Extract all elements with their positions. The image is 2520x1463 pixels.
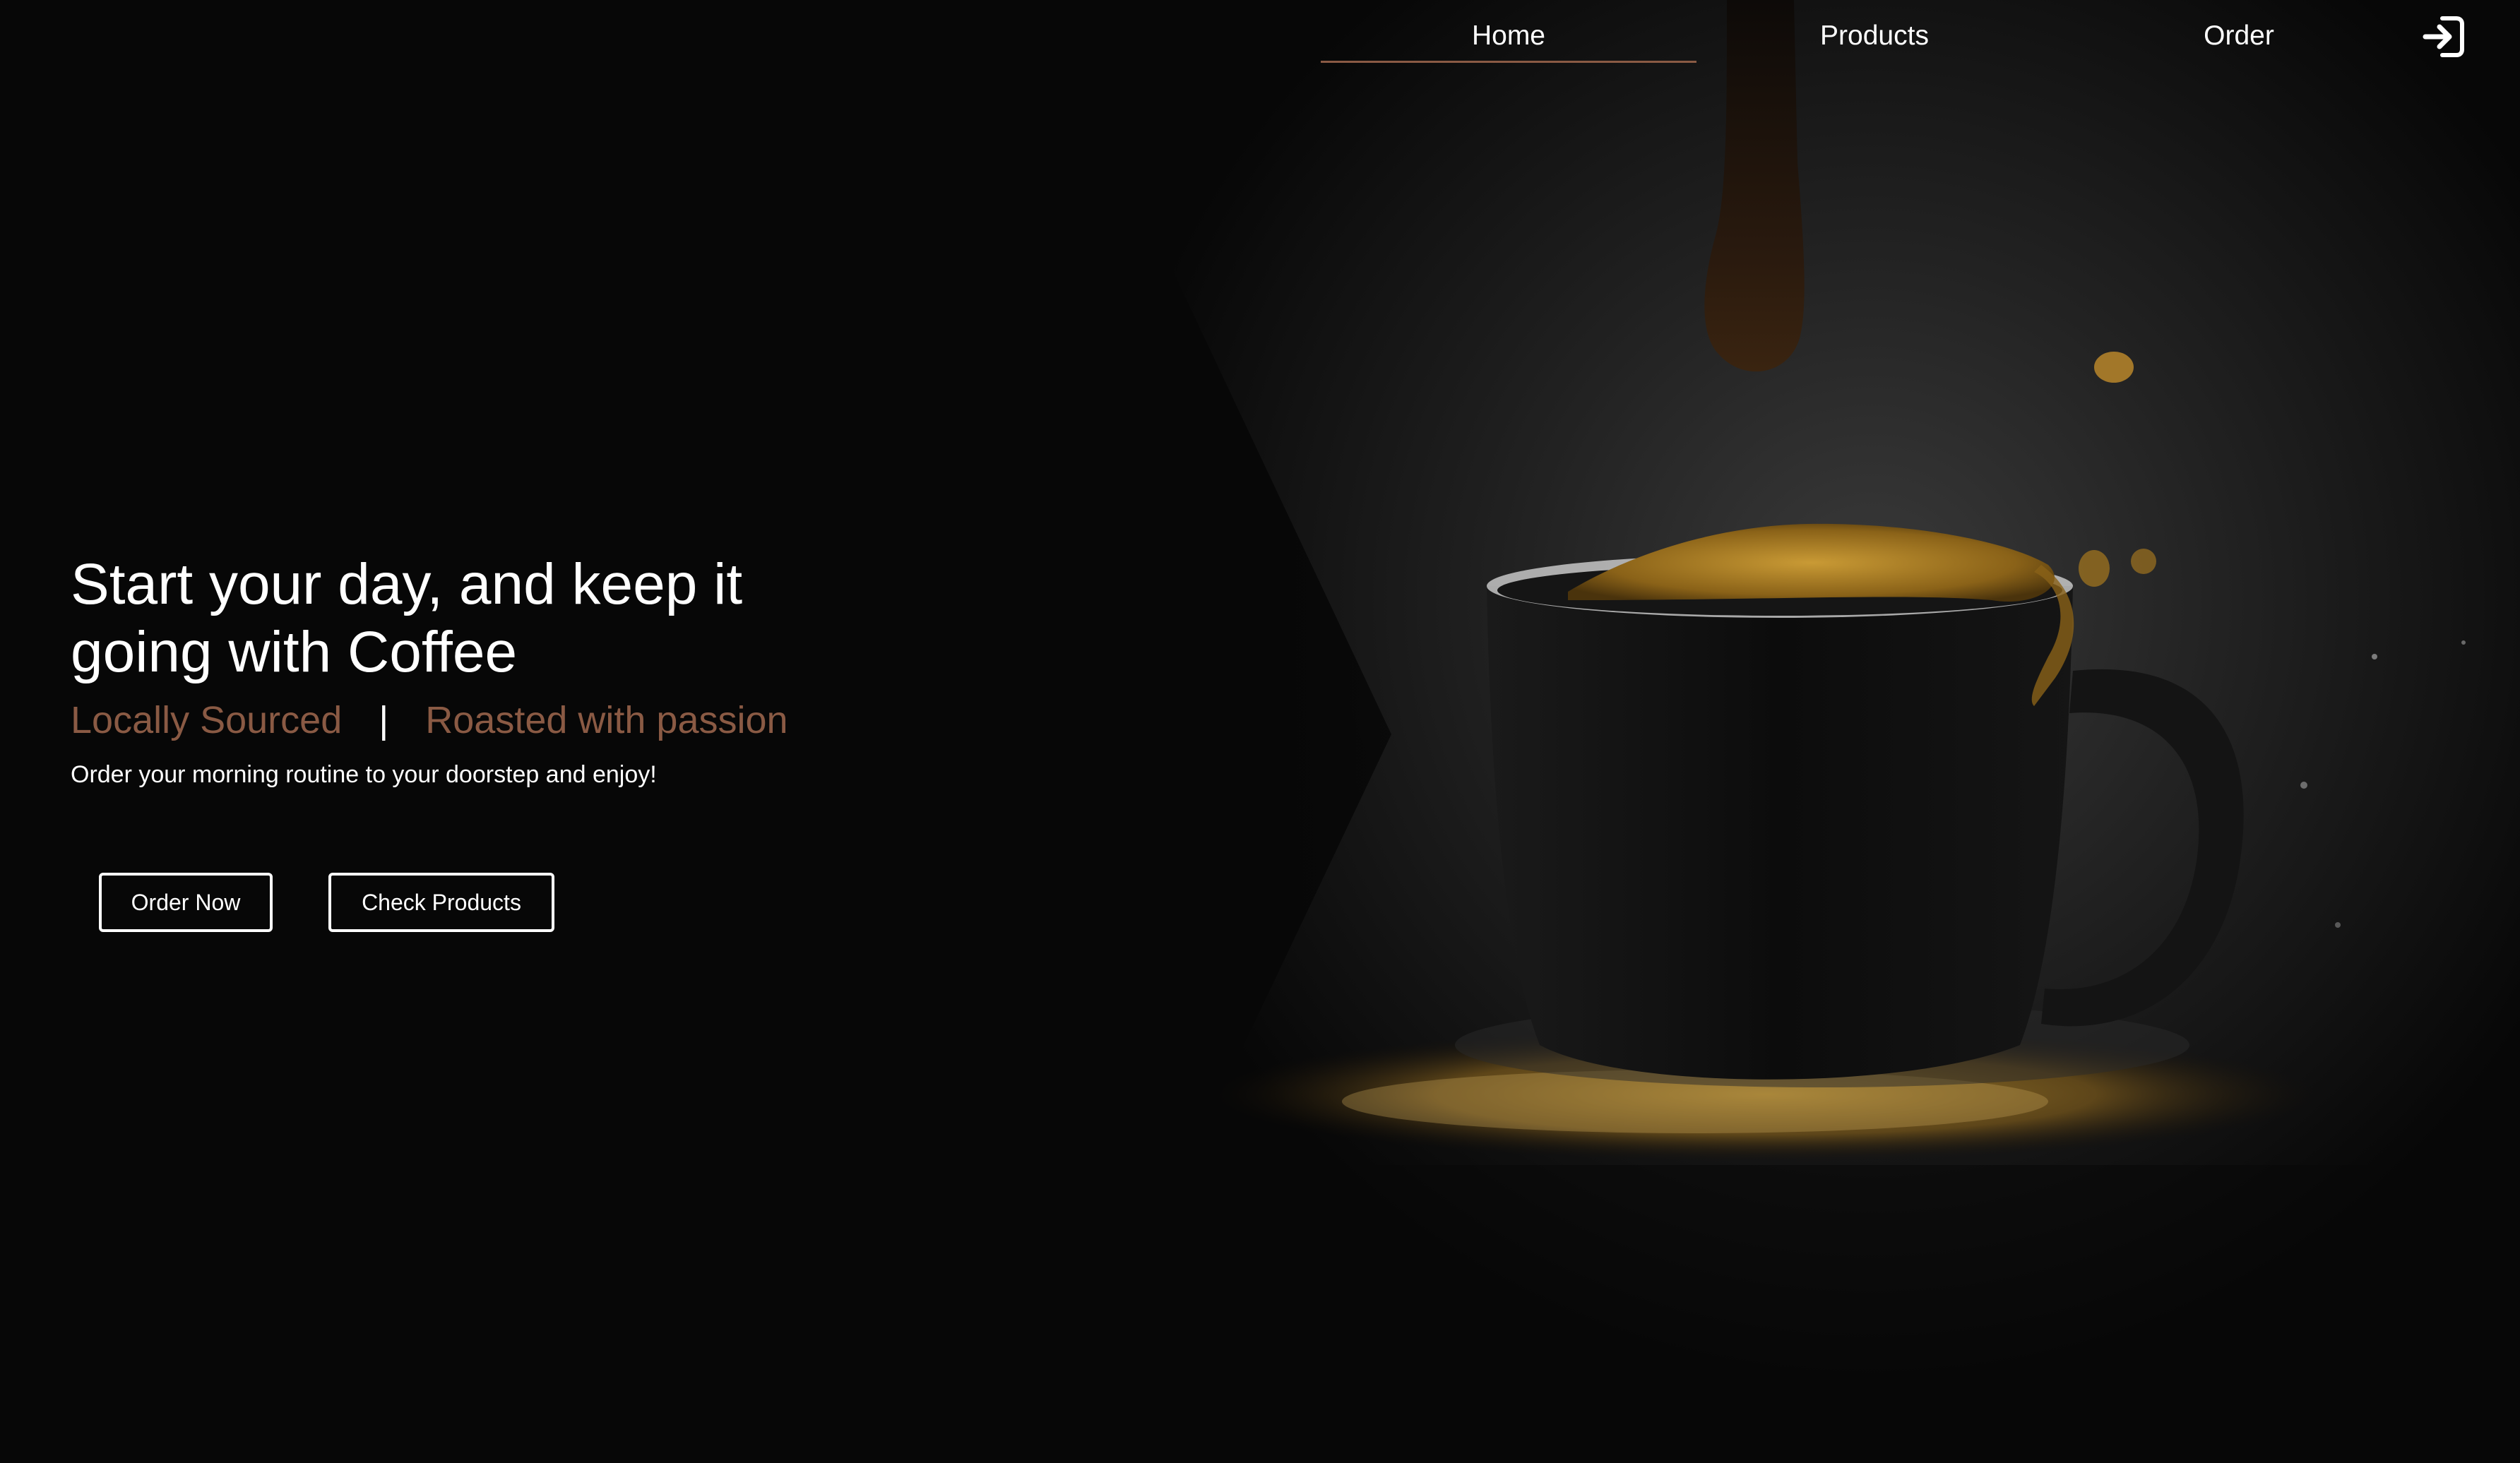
tagline-roasted: Roasted with passion [425, 699, 788, 741]
login-icon[interactable] [2421, 14, 2466, 59]
hero-tagline: Locally Sourced | Roasted with passion [71, 695, 788, 745]
tagline-separator: | [379, 699, 389, 741]
nav-products[interactable]: Products [1687, 16, 2062, 56]
order-now-button[interactable]: Order Now [99, 873, 273, 932]
nav-order[interactable]: Order [2051, 16, 2427, 56]
hero-subtext: Order your morning routine to your doors… [71, 761, 657, 788]
home-page: Home Products Order Start your day, and … [0, 0, 2520, 1463]
hero-title: Start your day, and keep it going with C… [71, 552, 743, 684]
main-nav: Home Products Order [0, 0, 2520, 71]
check-products-button[interactable]: Check Products [328, 873, 554, 932]
tagline-locally-sourced: Locally Sourced [71, 699, 343, 741]
nav-home[interactable]: Home [1321, 16, 1696, 56]
login-icon-graphic [2423, 16, 2464, 57]
nav-active-indicator [1321, 61, 1696, 63]
